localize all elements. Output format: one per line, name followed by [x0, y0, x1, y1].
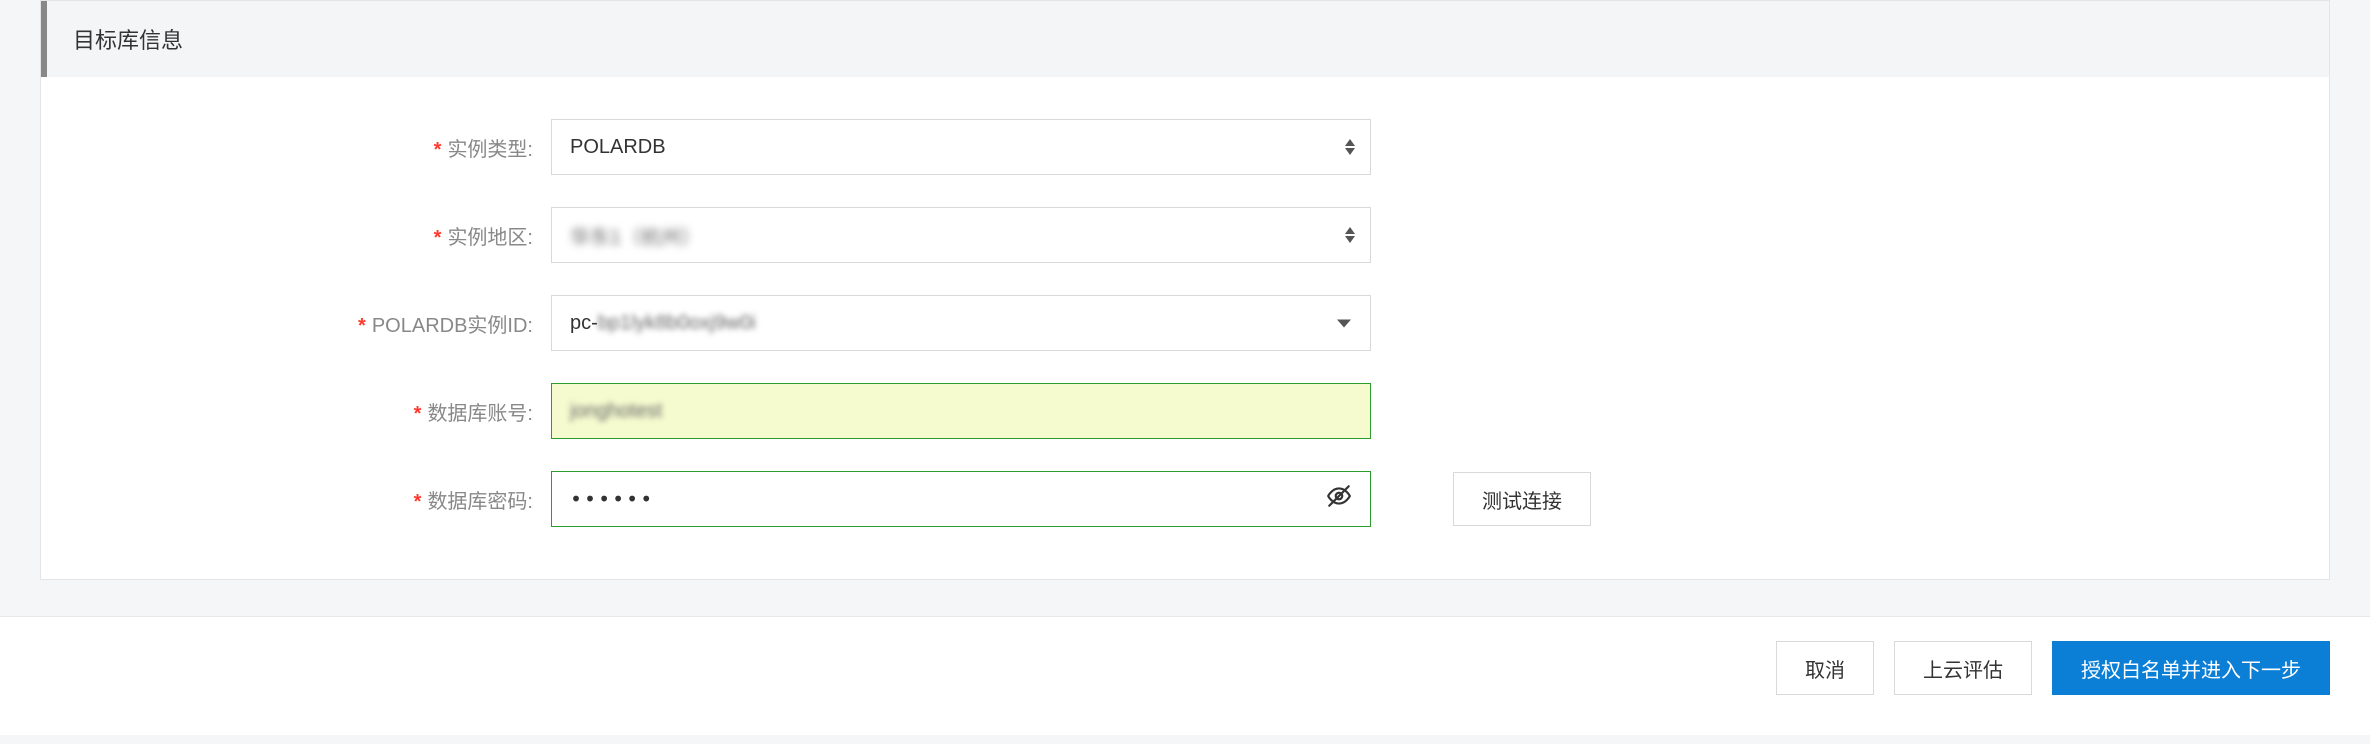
footer-bar: 取消 上云评估 授权白名单并进入下一步: [0, 616, 2370, 735]
caret-down-icon: [1336, 312, 1352, 335]
label-text-instance-type: 实例类型:: [447, 139, 533, 161]
target-db-info-panel: 目标库信息 *实例类型: POLARDB: [40, 0, 2330, 580]
spinner-arrows-icon: [1344, 227, 1356, 243]
test-connection-label: 测试连接: [1482, 485, 1562, 514]
cancel-label: 取消: [1805, 654, 1845, 683]
label-text-instance-region: 实例地区:: [447, 227, 533, 249]
required-star-icon: *: [434, 139, 442, 161]
label-instance-region: *实例地区:: [71, 221, 551, 250]
label-text-db-account: 数据库账号:: [427, 403, 533, 425]
required-star-icon: *: [414, 491, 422, 513]
test-connection-button[interactable]: 测试连接: [1453, 472, 1591, 526]
label-text-db-password: 数据库密码:: [427, 491, 533, 513]
label-polardb-id: * POLARDB实例ID:: [71, 309, 551, 338]
required-star-icon: *: [414, 403, 422, 425]
instance-region-select[interactable]: 华东1（杭州）: [551, 207, 1371, 263]
row-db-account: *数据库账号: jonghotest: [71, 383, 2299, 439]
row-instance-region: *实例地区: 华东1（杭州）: [71, 207, 2299, 263]
spinner-arrows-icon: [1344, 139, 1356, 155]
label-db-password: *数据库密码:: [71, 485, 551, 514]
label-instance-type: *实例类型:: [71, 133, 551, 162]
db-password-value: ••••••: [570, 487, 654, 511]
eye-slash-icon[interactable]: [1326, 483, 1352, 515]
panel-title: 目标库信息: [73, 28, 183, 53]
panel-body: *实例类型: POLARDB *实例地区:: [41, 77, 2329, 579]
required-star-icon: *: [358, 315, 366, 337]
label-text-polardb-id: POLARDB实例ID:: [372, 315, 533, 337]
row-db-password: *数据库密码: ••••••: [71, 471, 2299, 527]
cloud-assess-label: 上云评估: [1923, 654, 2003, 683]
required-star-icon: *: [434, 227, 442, 249]
row-polardb-id: * POLARDB实例ID: pc-bp1lyk8b0oxj9w0i: [71, 295, 2299, 351]
instance-type-value: POLARDB: [570, 136, 666, 159]
cancel-button[interactable]: 取消: [1776, 641, 1874, 695]
polardb-id-prefix: pc-: [570, 312, 598, 335]
authorize-next-button[interactable]: 授权白名单并进入下一步: [2052, 641, 2330, 695]
polardb-id-masked: bp1lyk8b0oxj9w0i: [598, 312, 756, 335]
polardb-id-select[interactable]: pc-bp1lyk8b0oxj9w0i: [551, 295, 1371, 351]
authorize-next-label: 授权白名单并进入下一步: [2081, 654, 2301, 683]
instance-type-select[interactable]: POLARDB: [551, 119, 1371, 175]
label-db-account: *数据库账号:: [71, 397, 551, 426]
db-account-value: jonghotest: [570, 400, 662, 423]
db-account-input[interactable]: jonghotest: [551, 383, 1371, 439]
panel-header: 目标库信息: [41, 1, 2329, 77]
instance-region-value: 华东1（杭州）: [570, 221, 701, 250]
row-instance-type: *实例类型: POLARDB: [71, 119, 2299, 175]
cloud-assess-button[interactable]: 上云评估: [1894, 641, 2032, 695]
db-password-input[interactable]: ••••••: [551, 471, 1371, 527]
